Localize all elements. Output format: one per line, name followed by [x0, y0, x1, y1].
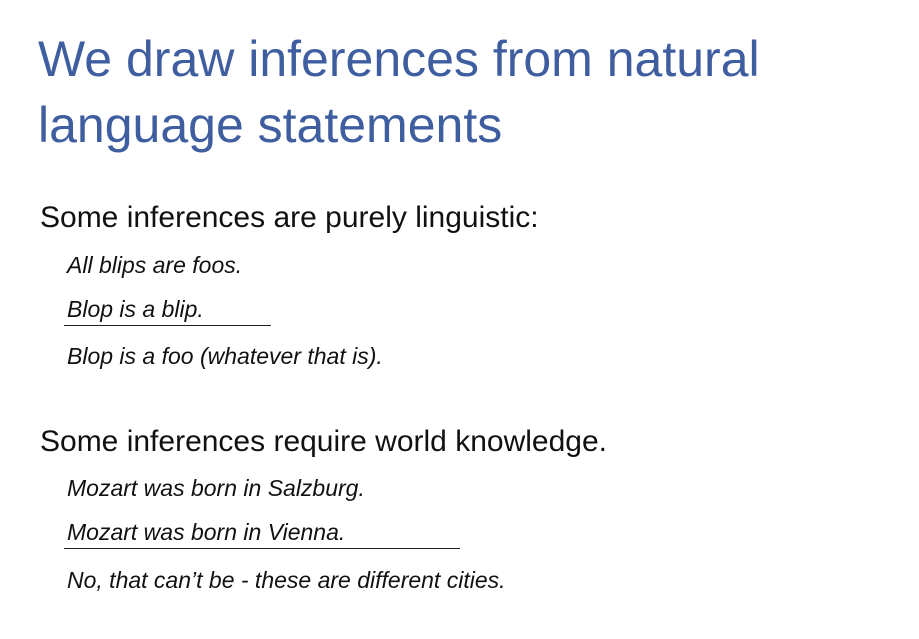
premise-2: Blop is a blip. — [67, 296, 204, 322]
inference-line — [64, 548, 460, 549]
premise-1: Mozart was born in Salzburg. — [67, 475, 365, 501]
section-heading-world-knowledge: Some inferences require world knowledge. — [40, 425, 607, 458]
inference-line — [64, 325, 271, 326]
premise-1: All blips are foos. — [67, 252, 243, 278]
slide-title: We draw inferences from natural language… — [38, 31, 760, 153]
section-heading-linguistic: Some inferences are purely linguistic: — [40, 201, 539, 234]
slide: We draw inferences from natural language… — [0, 0, 919, 639]
conclusion: No, that can’t be - these are different … — [67, 567, 506, 593]
conclusion: Blop is a foo (whatever that is). — [67, 343, 383, 369]
premise-2: Mozart was born in Vienna. — [67, 519, 346, 545]
